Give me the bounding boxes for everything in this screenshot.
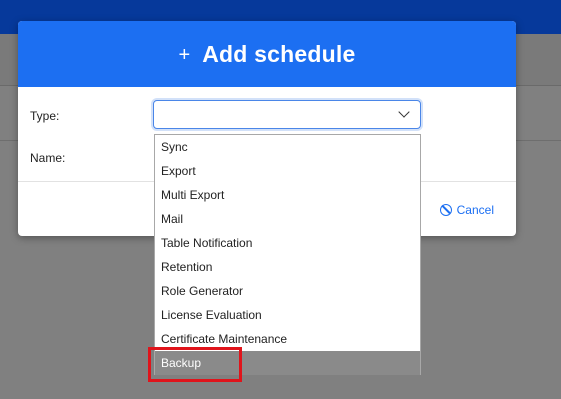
dropdown-option-mail[interactable]: Mail: [155, 207, 420, 231]
cancel-button[interactable]: Cancel: [439, 203, 494, 217]
plus-icon: +: [178, 44, 191, 66]
dropdown-option-license-evaluation[interactable]: License Evaluation: [155, 303, 420, 327]
dropdown-option-role-generator[interactable]: Role Generator: [155, 279, 420, 303]
cancel-label: Cancel: [456, 203, 494, 217]
dropdown-option-multi-export[interactable]: Multi Export: [155, 183, 420, 207]
type-label: Type:: [30, 109, 60, 123]
dropdown-option-retention[interactable]: Retention: [155, 255, 420, 279]
modal-title: Add schedule: [202, 40, 356, 67]
dropdown-option-table-notification[interactable]: Table Notification: [155, 231, 420, 255]
ban-icon: [439, 204, 452, 216]
dropdown-option-certificate-maintenance[interactable]: Certificate Maintenance: [155, 327, 420, 351]
type-dropdown-list: Sync Export Multi Export Mail Table Noti…: [154, 134, 421, 375]
dropdown-option-sync[interactable]: Sync: [155, 135, 420, 159]
chevron-down-icon: [398, 106, 410, 118]
name-label: Name:: [30, 151, 66, 165]
modal-header: + Add schedule: [18, 21, 516, 87]
dropdown-option-backup[interactable]: Backup: [155, 351, 420, 375]
dropdown-option-export[interactable]: Export: [155, 159, 420, 183]
type-select[interactable]: [153, 100, 421, 129]
